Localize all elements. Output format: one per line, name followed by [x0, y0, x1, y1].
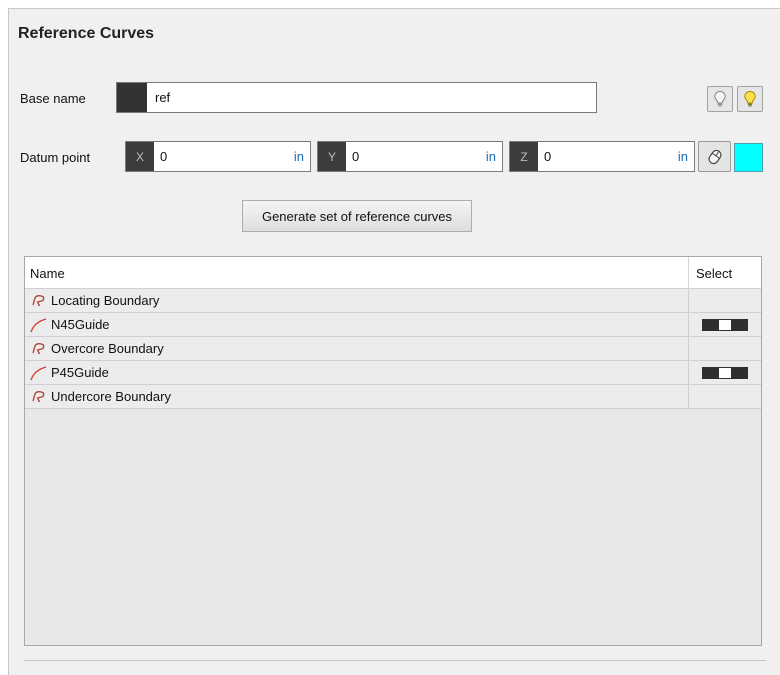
table-row[interactable]: Undercore Boundary: [25, 385, 761, 409]
curve-icon: [29, 317, 47, 333]
datum-z-field[interactable]: Z in: [509, 141, 695, 172]
lightbulb-on-button[interactable]: [737, 86, 763, 112]
datum-y-field[interactable]: Y in: [317, 141, 503, 172]
row-select-cell[interactable]: [688, 313, 761, 336]
datum-point-label: Datum point: [20, 150, 91, 165]
column-header-name[interactable]: Name: [25, 257, 688, 289]
datum-z-input[interactable]: [538, 142, 678, 171]
select-toggle[interactable]: [702, 366, 748, 379]
datum-z-unit: in: [677, 149, 688, 164]
table-row[interactable]: Overcore Boundary: [25, 337, 761, 361]
table-row[interactable]: N45Guide: [25, 313, 761, 337]
table-header: Name Select: [25, 257, 761, 289]
select-toggle[interactable]: [702, 318, 748, 331]
curve-icon: [29, 365, 47, 381]
lightbulb-on-icon: [744, 90, 756, 107]
reference-curves-table: Name Select Locating Boundary N45Guide Ove…: [24, 256, 762, 646]
toggle-knob[interactable]: [719, 367, 731, 378]
bottom-divider: [24, 660, 766, 661]
x-axis-badge: X: [126, 142, 154, 171]
boundary-icon: [29, 341, 47, 357]
row-name-cell[interactable]: Locating Boundary: [25, 289, 688, 312]
datum-x-input[interactable]: [154, 142, 294, 171]
row-name-cell[interactable]: N45Guide: [25, 313, 688, 336]
row-name-label: P45Guide: [51, 365, 109, 380]
row-select-cell[interactable]: [688, 361, 761, 384]
mouse-pick-icon: [707, 149, 722, 164]
base-name-color-swatch[interactable]: [117, 83, 147, 112]
pick-point-button[interactable]: [698, 141, 731, 172]
boundary-icon: [29, 293, 47, 309]
row-select-cell: [688, 337, 761, 360]
datum-x-field[interactable]: X in: [125, 141, 311, 172]
row-name-label: Locating Boundary: [51, 293, 160, 308]
lightbulb-off-icon: [714, 90, 726, 107]
y-axis-badge: Y: [318, 142, 346, 171]
toggle-knob[interactable]: [719, 319, 731, 330]
lightbulb-off-button[interactable]: [707, 86, 733, 112]
table-row[interactable]: Locating Boundary: [25, 289, 761, 313]
row-name-label: N45Guide: [51, 317, 110, 332]
row-name-label: Undercore Boundary: [51, 389, 171, 404]
row-select-cell: [688, 385, 761, 408]
row-name-label: Overcore Boundary: [51, 341, 164, 356]
row-name-cell[interactable]: P45Guide: [25, 361, 688, 384]
boundary-icon: [29, 389, 47, 405]
z-axis-badge: Z: [510, 142, 538, 171]
datum-y-input[interactable]: [346, 142, 486, 171]
datum-x-unit: in: [293, 149, 304, 164]
generate-reference-curves-button[interactable]: Generate set of reference curves: [242, 200, 472, 232]
datum-color-button[interactable]: [734, 143, 763, 172]
panel-title: Reference Curves: [18, 25, 155, 42]
base-name-input[interactable]: [147, 83, 596, 112]
row-select-cell: [688, 289, 761, 312]
table-row[interactable]: P45Guide: [25, 361, 761, 385]
column-header-select[interactable]: Select: [688, 257, 761, 289]
base-name-field[interactable]: [116, 82, 597, 113]
datum-y-unit: in: [485, 149, 496, 164]
base-name-label: Base name: [20, 91, 86, 106]
row-name-cell[interactable]: Overcore Boundary: [25, 337, 688, 360]
row-name-cell[interactable]: Undercore Boundary: [25, 385, 688, 408]
